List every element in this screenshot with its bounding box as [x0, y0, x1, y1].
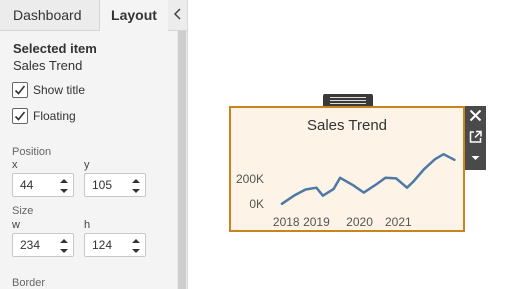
h-stepper[interactable]	[84, 233, 146, 257]
sales-trend-worksheet[interactable]: Sales Trend 0K 200K 2018 2019 2020 2021	[229, 106, 465, 232]
increment-icon[interactable]	[130, 176, 142, 186]
panel-tabs: Dashboard Layout	[0, 0, 187, 32]
increment-icon[interactable]	[130, 236, 142, 246]
decrement-icon[interactable]	[130, 246, 142, 256]
line-chart: 0K 200K 2018 2019 2020 2021	[236, 152, 456, 229]
close-icon[interactable]	[465, 106, 486, 126]
selected-item-heading: Selected item	[13, 41, 97, 56]
position-label: Position	[12, 146, 52, 158]
y-tick-label: 0K	[249, 197, 264, 211]
y-stepper[interactable]	[84, 173, 146, 197]
y-input[interactable]	[89, 177, 127, 193]
layout-panel: Dashboard Layout Selected item Sales Tre…	[0, 0, 188, 289]
x-tick-label: 2019	[303, 215, 330, 229]
sales-series-line[interactable]	[280, 152, 456, 206]
increment-icon[interactable]	[58, 236, 70, 246]
x-tick-label: 2021	[385, 215, 412, 229]
external-link-icon[interactable]	[465, 127, 486, 147]
decrement-icon[interactable]	[58, 246, 70, 256]
decrement-icon[interactable]	[58, 186, 70, 196]
checkmark-icon	[14, 111, 26, 121]
show-title-label: Show title	[33, 83, 86, 97]
checkbox-box[interactable]	[12, 82, 28, 98]
x-label: x	[12, 159, 18, 171]
chevron-left-icon[interactable]	[168, 0, 187, 31]
worksheet-toolbar	[465, 106, 486, 170]
checkbox-box[interactable]	[12, 108, 28, 124]
w-label: w	[12, 219, 20, 231]
decrement-icon[interactable]	[130, 186, 142, 196]
tab-dashboard[interactable]: Dashboard	[0, 0, 100, 31]
w-input[interactable]	[17, 237, 55, 253]
w-stepper[interactable]	[12, 233, 74, 257]
h-label: h	[84, 219, 91, 231]
x-stepper[interactable]	[12, 173, 74, 197]
size-label: Size	[12, 205, 34, 217]
floating-label: Floating	[33, 109, 76, 123]
y-tick-label: 200K	[236, 172, 264, 186]
scrollbar-thumb[interactable]	[178, 31, 186, 289]
selected-item-value: Sales Trend	[13, 58, 83, 73]
panel-scrollbar[interactable]	[177, 31, 187, 289]
increment-icon[interactable]	[58, 176, 70, 186]
y-label: y	[84, 159, 90, 171]
x-tick-label: 2020	[346, 215, 373, 229]
tab-layout[interactable]: Layout	[100, 0, 168, 32]
h-input[interactable]	[89, 237, 127, 253]
x-input[interactable]	[17, 177, 55, 193]
checkmark-icon	[14, 85, 26, 95]
x-tick-label: 2018	[273, 215, 300, 229]
border-label: Border	[12, 277, 46, 289]
caret-down-icon[interactable]	[465, 148, 486, 168]
